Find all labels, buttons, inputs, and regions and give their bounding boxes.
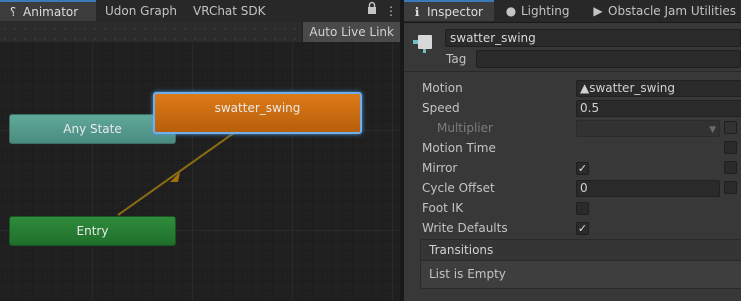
tab-animator[interactable]: ⸮ Animator	[0, 0, 96, 21]
tab-inspector-label: Inspector	[427, 5, 483, 19]
more-options-icon[interactable]: ⋮	[385, 0, 397, 22]
write-defaults-label: Write Defaults	[422, 221, 508, 235]
auto-live-link-button[interactable]: Auto Live Link	[302, 22, 400, 42]
entry-node[interactable]: Entry	[9, 216, 176, 246]
mirror-label: Mirror	[422, 161, 458, 175]
cycle-offset-value: 0	[580, 181, 588, 195]
tab-lighting[interactable]: ● Lighting	[504, 0, 570, 22]
tab-lighting-label: Lighting	[521, 4, 570, 18]
transitions-header: Transitions	[421, 240, 741, 261]
foot-ik-checkbox[interactable]	[576, 202, 589, 215]
info-icon: ℹ	[414, 5, 420, 19]
any-state-node[interactable]: Any State	[9, 114, 176, 144]
entry-label: Entry	[76, 224, 109, 238]
speed-value: 0.5	[580, 101, 600, 115]
motion-label: Motion	[422, 81, 463, 95]
write-defaults-checkbox[interactable]: ✓	[576, 222, 589, 235]
lock-icon[interactable]	[366, 0, 378, 22]
motion-time-parameter-checkbox[interactable]	[724, 141, 737, 154]
tab-animator-label: Animator	[23, 5, 79, 19]
swatter-swing-state-node[interactable]: swatter_swing	[153, 92, 362, 134]
foot-ik-label: Foot IK	[422, 201, 464, 215]
motion-value: ▲swatter_swing	[580, 81, 675, 95]
animator-tabbar: ⸮ Animator Udon Graph VRChat SDK ⋮	[0, 0, 400, 23]
inspector-separator	[404, 71, 741, 72]
tag-label: Tag	[446, 52, 467, 66]
speed-field[interactable]: 0.5	[576, 100, 741, 117]
tab-udon-graph-label: Udon Graph	[105, 4, 177, 18]
tag-field[interactable]	[476, 50, 741, 68]
multiplier-parameter-checkbox	[724, 121, 737, 134]
play-icon: ▶	[593, 4, 603, 18]
state-name-field[interactable]: swatter_swing	[445, 29, 741, 47]
swatter-swing-label: swatter_swing	[214, 101, 301, 115]
inspector-tabbar: ℹ Inspector ● Lighting ▶ Obstacle Jam Utili…	[404, 0, 741, 23]
state-name-value: swatter_swing	[450, 31, 536, 45]
tab-obstacle-jam-utilities[interactable]: ▶ Obstacle Jam Utilities	[591, 0, 736, 22]
multiplier-dropdown: ▼	[576, 120, 720, 137]
chevron-down-icon: ▼	[709, 125, 716, 135]
any-state-label: Any State	[63, 122, 122, 136]
cycle-offset-label: Cycle Offset	[422, 181, 495, 195]
lightbulb-icon: ●	[505, 4, 517, 18]
checkmark-icon: ✓	[577, 162, 588, 175]
animator-graph-canvas[interactable]	[0, 42, 400, 301]
motion-time-label: Motion Time	[422, 141, 496, 155]
tab-udon-graph[interactable]: Udon Graph	[105, 0, 177, 22]
cycle-offset-parameter-checkbox[interactable]	[724, 181, 737, 194]
transitions-list: Transitions List is Empty	[420, 239, 741, 289]
transitions-empty-text: List is Empty	[429, 267, 506, 281]
checkmark-icon: ✓	[577, 222, 588, 235]
tab-inspector[interactable]: ℹ Inspector	[404, 0, 494, 21]
animator-panel: ⸮ Animator Udon Graph VRChat SDK ⋮ Auto L…	[0, 0, 400, 301]
animator-state-icon	[413, 35, 432, 53]
cycle-offset-field[interactable]: 0	[576, 180, 720, 197]
mirror-parameter-checkbox[interactable]	[724, 161, 737, 174]
multiplier-label: Multiplier	[437, 121, 493, 135]
tab-vrchat-sdk-label: VRChat SDK	[193, 4, 266, 18]
animator-icon: ⸮	[9, 5, 17, 19]
motion-field[interactable]: ▲swatter_swing	[576, 80, 741, 97]
mirror-checkbox[interactable]: ✓	[576, 162, 589, 175]
transitions-header-label: Transitions	[429, 243, 494, 257]
speed-label: Speed	[422, 101, 460, 115]
tab-vrchat-sdk[interactable]: VRChat SDK	[193, 0, 266, 22]
tab-obstacle-jam-label: Obstacle Jam Utilities	[608, 4, 737, 18]
